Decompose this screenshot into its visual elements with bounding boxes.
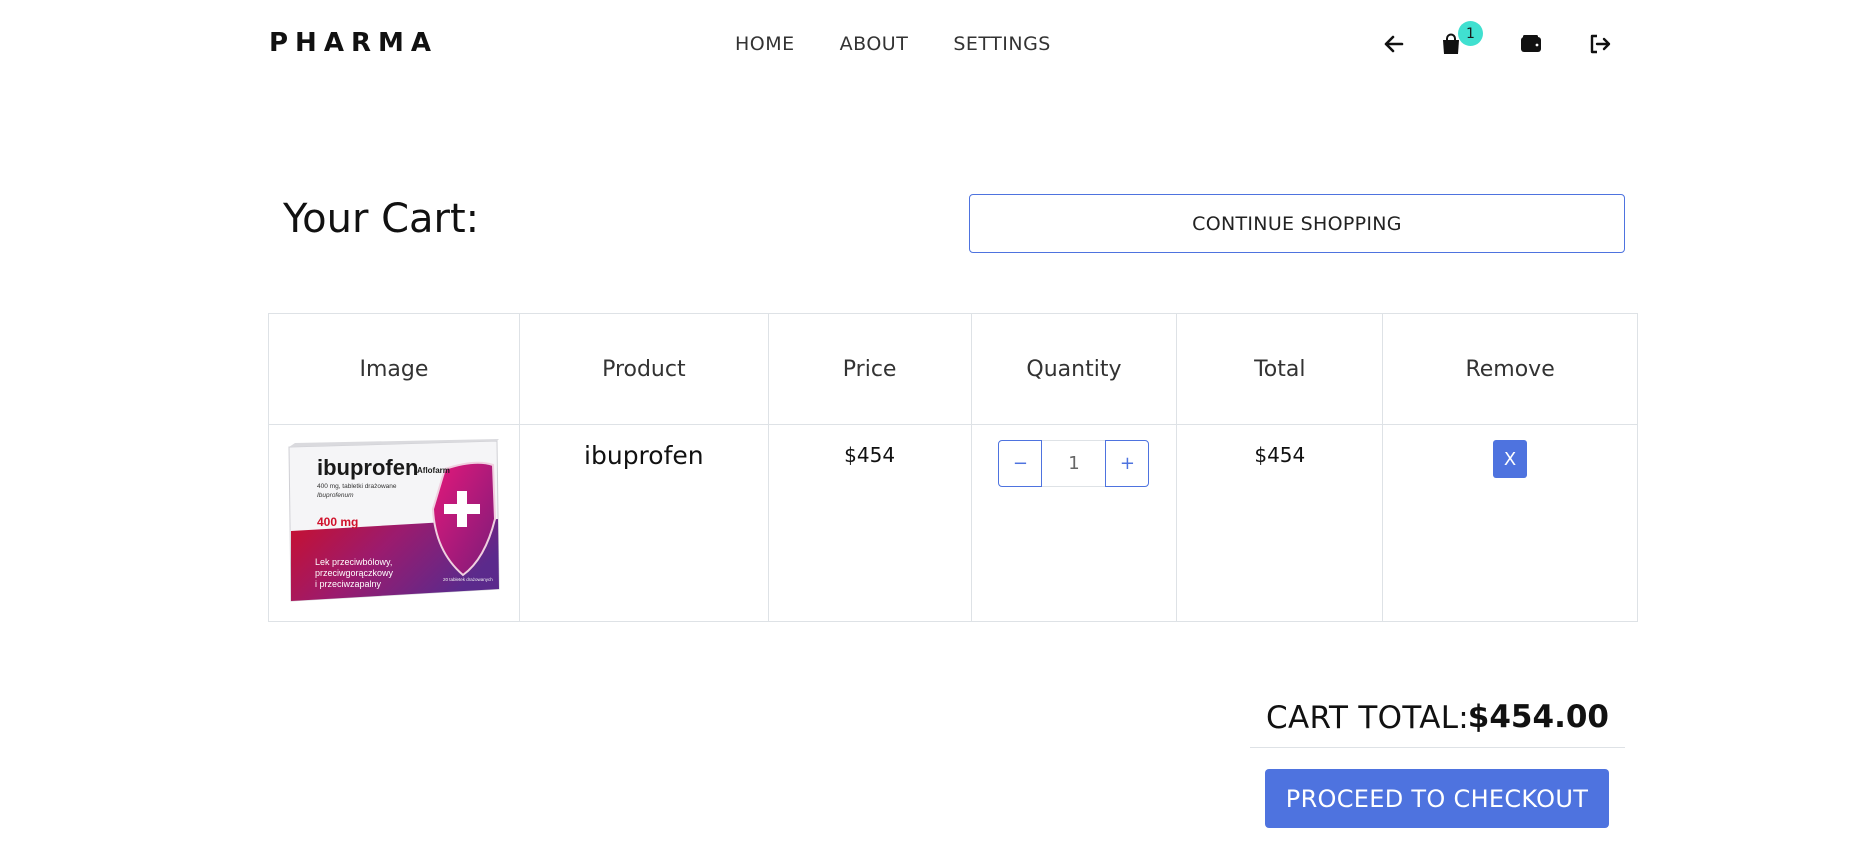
svg-text:Ibuprofenum: Ibuprofenum (317, 492, 354, 499)
nav-about-link[interactable]: ABOUT (840, 33, 909, 55)
remove-item-button[interactable]: X (1493, 440, 1528, 478)
remove-cell: X (1382, 424, 1638, 622)
brand-logo[interactable]: PHARMA (269, 28, 438, 58)
column-header-quantity: Quantity (970, 313, 1178, 425)
product-image: ibuprofen Aflofarm 400 mg, tabletki draż… (288, 439, 500, 602)
cart-title: Your Cart: (283, 196, 480, 242)
quantity-input[interactable] (1042, 440, 1106, 487)
column-header-price: Price (767, 313, 972, 425)
sign-out-icon[interactable] (1586, 30, 1614, 58)
svg-text:przeciwgorączkowy: przeciwgorączkowy (315, 568, 394, 578)
nav-home-link[interactable]: HOME (735, 33, 795, 55)
product-name: ibuprofen (518, 424, 769, 622)
column-header-total: Total (1176, 313, 1384, 425)
table-row: ibuprofen Aflofarm 400 mg, tabletki draż… (268, 424, 1638, 622)
svg-text:Aflofarm: Aflofarm (417, 466, 450, 475)
svg-text:20 tabletek drażowanych: 20 tabletek drażowanych (443, 577, 493, 582)
svg-text:400 mg, tabletki drażowane: 400 mg, tabletki drażowane (317, 483, 397, 490)
cart-table: Image Product Price Quantity Total Remov… (268, 313, 1638, 622)
product-line-total: $454 (1176, 424, 1384, 622)
quantity-increase-button[interactable]: + (1105, 440, 1150, 487)
proceed-to-checkout-button[interactable]: PROCEED TO CHECKOUT (1265, 769, 1609, 828)
quantity-decrease-button[interactable]: − (998, 440, 1043, 487)
table-header-row: Image Product Price Quantity Total Remov… (268, 313, 1638, 425)
column-header-product: Product (518, 313, 769, 425)
svg-text:Lek przeciwbólowy,: Lek przeciwbólowy, (315, 557, 392, 567)
continue-shopping-button[interactable]: CONTINUE SHOPPING (969, 194, 1625, 253)
svg-text:i przeciwzapalny: i przeciwzapalny (315, 579, 382, 589)
quantity-stepper: − + (972, 440, 1177, 487)
cart-total-row: CART TOTAL: $454.00 (1250, 696, 1625, 748)
quantity-cell: − + (970, 424, 1178, 622)
back-arrow-icon[interactable] (1380, 30, 1408, 58)
nav-settings-link[interactable]: SETTINGS (953, 33, 1051, 55)
product-price: $454 (767, 424, 972, 622)
svg-text:ibuprofen: ibuprofen (317, 455, 418, 480)
cart-count-badge: 1 (1458, 21, 1483, 46)
wallet-icon[interactable] (1517, 30, 1545, 58)
svg-text:400 mg: 400 mg (317, 515, 358, 529)
cart-total-label: CART TOTAL: (1266, 700, 1470, 736)
product-image-cell: ibuprofen Aflofarm 400 mg, tabletki draż… (268, 424, 520, 622)
main-nav: HOME ABOUT SETTINGS (735, 33, 1051, 55)
column-header-image: Image (268, 313, 520, 425)
cart-total-value: $454.00 (1467, 699, 1609, 735)
column-header-remove: Remove (1382, 313, 1638, 425)
